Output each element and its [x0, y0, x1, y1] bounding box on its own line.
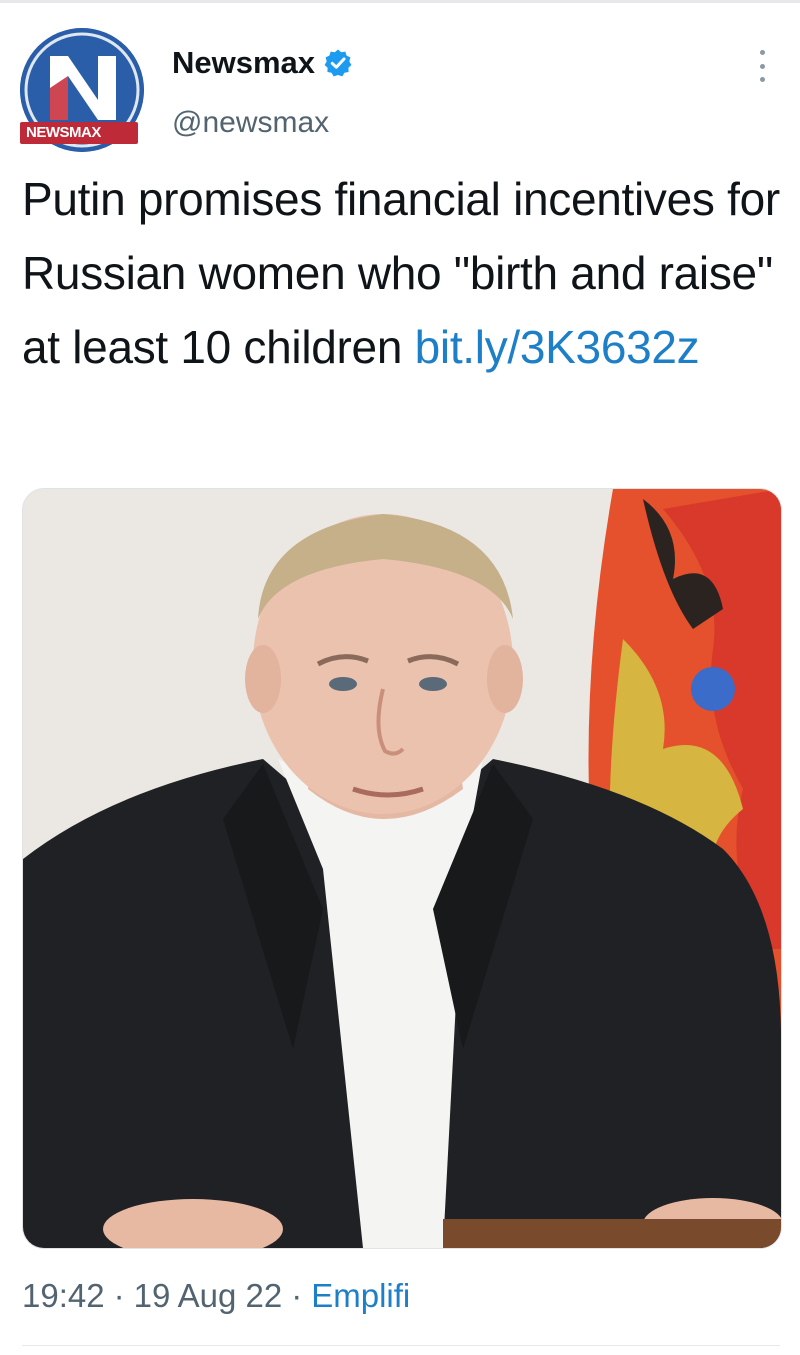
- tweet-photo[interactable]: [22, 488, 782, 1249]
- tweet-metadata: 19:42 · 19 Aug 22 · Emplifi: [22, 1277, 410, 1315]
- tweet-date[interactable]: 19 Aug 22: [134, 1277, 283, 1314]
- photo-illustration: [23, 489, 781, 1248]
- author-name-row[interactable]: Newsmax: [172, 45, 353, 81]
- verified-badge-icon: [323, 48, 353, 78]
- bottom-divider: [22, 1345, 780, 1346]
- tweet-text: Putin promises financial incentives for …: [22, 162, 782, 384]
- tweet-source[interactable]: Emplifi: [311, 1277, 410, 1314]
- author-handle[interactable]: @newsmax: [172, 106, 329, 140]
- separator-dot: ·: [113, 1277, 125, 1314]
- avatar-brand-label: NEWSMAX: [20, 122, 138, 144]
- more-options-icon[interactable]: [750, 46, 774, 86]
- tweet-link[interactable]: bit.ly/3K3632z: [415, 321, 700, 373]
- display-name[interactable]: Newsmax: [172, 45, 315, 81]
- separator-dot: ·: [291, 1277, 303, 1314]
- tweet-time[interactable]: 19:42: [22, 1277, 105, 1314]
- top-divider: [0, 0, 800, 3]
